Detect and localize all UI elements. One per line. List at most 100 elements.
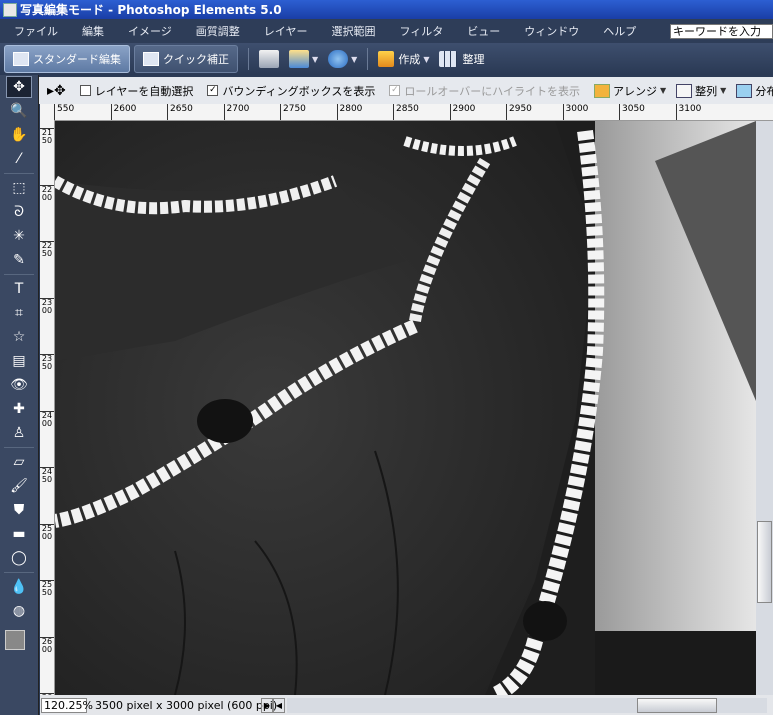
align-button[interactable]: 整列 ▼ [676,83,726,99]
menu-item[interactable]: フィルタ [387,23,455,39]
status-menu-arrow-icon[interactable]: ▶ [261,697,273,713]
move-tool-icon[interactable]: ✥ [6,76,32,98]
checkbox-disabled: ✓ [389,85,401,96]
horizontal-scroll-thumb[interactable] [637,697,717,713]
custom-shape-tool-icon[interactable]: ◯ [6,547,32,569]
clone-stamp-tool-icon[interactable]: ♙ [6,422,32,444]
status-bar: 120.25% 3500 pixel x 3000 pixel (600 ppi… [40,695,773,715]
ruler-tick-label: 3100 [675,104,701,120]
menu-item[interactable]: ウィンドウ [512,23,591,39]
marquee-tool-icon[interactable]: ⬚ [6,177,32,199]
distribute-button[interactable]: 分布 ▼ [736,83,773,99]
distribute-label: 分布 [755,84,773,98]
blur-tool-icon[interactable]: 💧 [6,576,32,598]
eyedropper-tool-icon[interactable]: ⁄ [6,148,32,170]
ruler-tick-label: 3000 [562,104,588,120]
toolbar-separator [248,48,249,70]
ruler-tick-label: 2700 [223,104,249,120]
ruler-tick-label: 2550 [40,580,54,597]
scroll-left-arrow-icon[interactable]: ◀ [273,697,285,713]
ruler-tick-label: 2650 [167,104,193,120]
chevron-down-icon: ▼ [312,54,319,64]
menu-item[interactable]: 選択範囲 [319,23,387,39]
hand-tool-icon[interactable]: ✋ [6,124,32,146]
document-info: 3500 pixel x 3000 pixel (600 ppi) [95,698,278,712]
lasso-tool-icon[interactable]: ᘐ [6,201,32,223]
email-button[interactable]: ▼ [328,50,357,68]
window-title: 写真編集モード - Photoshop Elements 5.0 [20,3,282,17]
ruler-tick-label: 3050 [619,104,645,120]
create-star-icon [378,51,395,67]
distribute-icon [736,83,753,98]
print-button[interactable] [259,50,279,68]
ruler-tick-label: 2200 [40,184,54,202]
shape-tool-icon[interactable]: ☆ [6,326,32,348]
ruler-tick-label: 2250 [40,241,54,258]
magic-wand-tool-icon[interactable]: ✳ [6,225,32,247]
ruler-tick-label: 2850 [393,104,419,120]
eraser-tool-icon[interactable]: ▱ [6,451,32,473]
organize-button[interactable]: 整理 [439,51,484,67]
brush-tool-icon[interactable]: 🖌 [6,475,32,497]
type-tool-icon[interactable]: T [6,278,32,300]
auto-select-layer-checkbox[interactable]: レイヤーを自動選択 [79,83,193,99]
selection-brush-tool-icon[interactable]: ✎ [6,249,32,271]
ruler-tick-label: 2600 [40,636,54,654]
ruler-tick-label: 2150 [40,128,54,145]
ruler-tick-label: 2600 [110,104,136,120]
menu-item[interactable]: ファイル [0,23,70,39]
quick-fix-label: クイック補正 [163,53,229,66]
ruler-tick-label: 550 [54,104,74,120]
create-button[interactable]: 作成 ▼ [378,51,429,67]
image-canvas[interactable] [55,121,756,695]
menu-item[interactable]: イメージ [116,23,184,39]
share-button[interactable]: ▼ [289,50,318,68]
healing-brush-tool-icon[interactable]: ✚ [6,398,32,420]
standard-edit-button[interactable]: スタンダード編集 [4,45,130,73]
app-icon [3,2,17,17]
quick-fix-button[interactable]: クイック補正 [134,45,238,73]
menu-item[interactable]: 編集 [70,23,116,39]
zoom-field[interactable]: 120.25% [41,697,93,713]
color-swatch-icon[interactable] [5,630,25,650]
ruler-tick-label: 2450 [40,467,54,484]
share-icon [289,50,309,68]
red-eye-tool-icon[interactable]: 👁 [6,374,32,396]
checkbox-box[interactable] [79,85,91,96]
vertical-ruler: 2150 2200 2250 2300 2350 2400 2450 2500 2550 2600… [40,120,55,695]
show-bounding-box-checkbox[interactable]: ✓ バウンディングボックスを表示 [207,83,375,99]
menu-item[interactable]: ビュー [455,23,512,39]
vertical-scrollbar[interactable] [756,121,773,695]
ruler-tick-label: 2300 [40,297,54,315]
crop-tool-icon[interactable]: ⌗ [6,302,32,324]
chevron-down-icon: ▼ [351,54,358,64]
vertical-scroll-thumb[interactable] [757,521,772,603]
align-icon [676,83,693,98]
standard-edit-label: スタンダード編集 [33,53,121,66]
search-input[interactable]: キーワードを入力 [670,24,773,39]
mode-bar: スタンダード編集 クイック補正 ▼ ▼ 作成 ▼ 整理 [0,43,773,75]
quick-fix-icon [143,52,159,66]
toolbar-separator [367,48,369,70]
ruler-tick-label: 2350 [40,354,54,371]
tool-options-bar: ▸✥ レイヤーを自動選択 ✓ バウンディングボックスを表示 ✓ ロールオーバーに… [39,77,773,104]
menu-item[interactable]: ヘルプ [591,23,648,39]
grid-icon [439,51,458,67]
straighten-tool-icon[interactable]: ▤ [6,350,32,372]
arrange-button[interactable]: アレンジ ▼ [594,83,666,99]
paint-bucket-tool-icon[interactable]: ⛊ [6,499,32,521]
horizontal-scrollbar[interactable] [287,697,767,713]
menu-item[interactable]: レイヤー [252,23,320,39]
title-bar: 写真編集モード - Photoshop Elements 5.0 [0,0,773,19]
menu-item[interactable]: 画質調整 [184,23,252,39]
zoom-tool-icon[interactable]: 🔍 [6,100,32,122]
arrange-label: アレンジ [613,84,658,98]
toolbox-separator [4,173,34,174]
sponge-tool-icon[interactable]: ◍ [6,600,32,622]
ruler-tick-label: 2950 [506,104,532,120]
ruler-tick-label: 2400 [40,410,54,428]
arrange-icon [594,83,611,98]
checkbox-checked[interactable]: ✓ [207,85,219,96]
gradient-tool-icon[interactable]: ▬ [6,523,32,545]
ruler-tick-label: 2750 [280,104,306,120]
